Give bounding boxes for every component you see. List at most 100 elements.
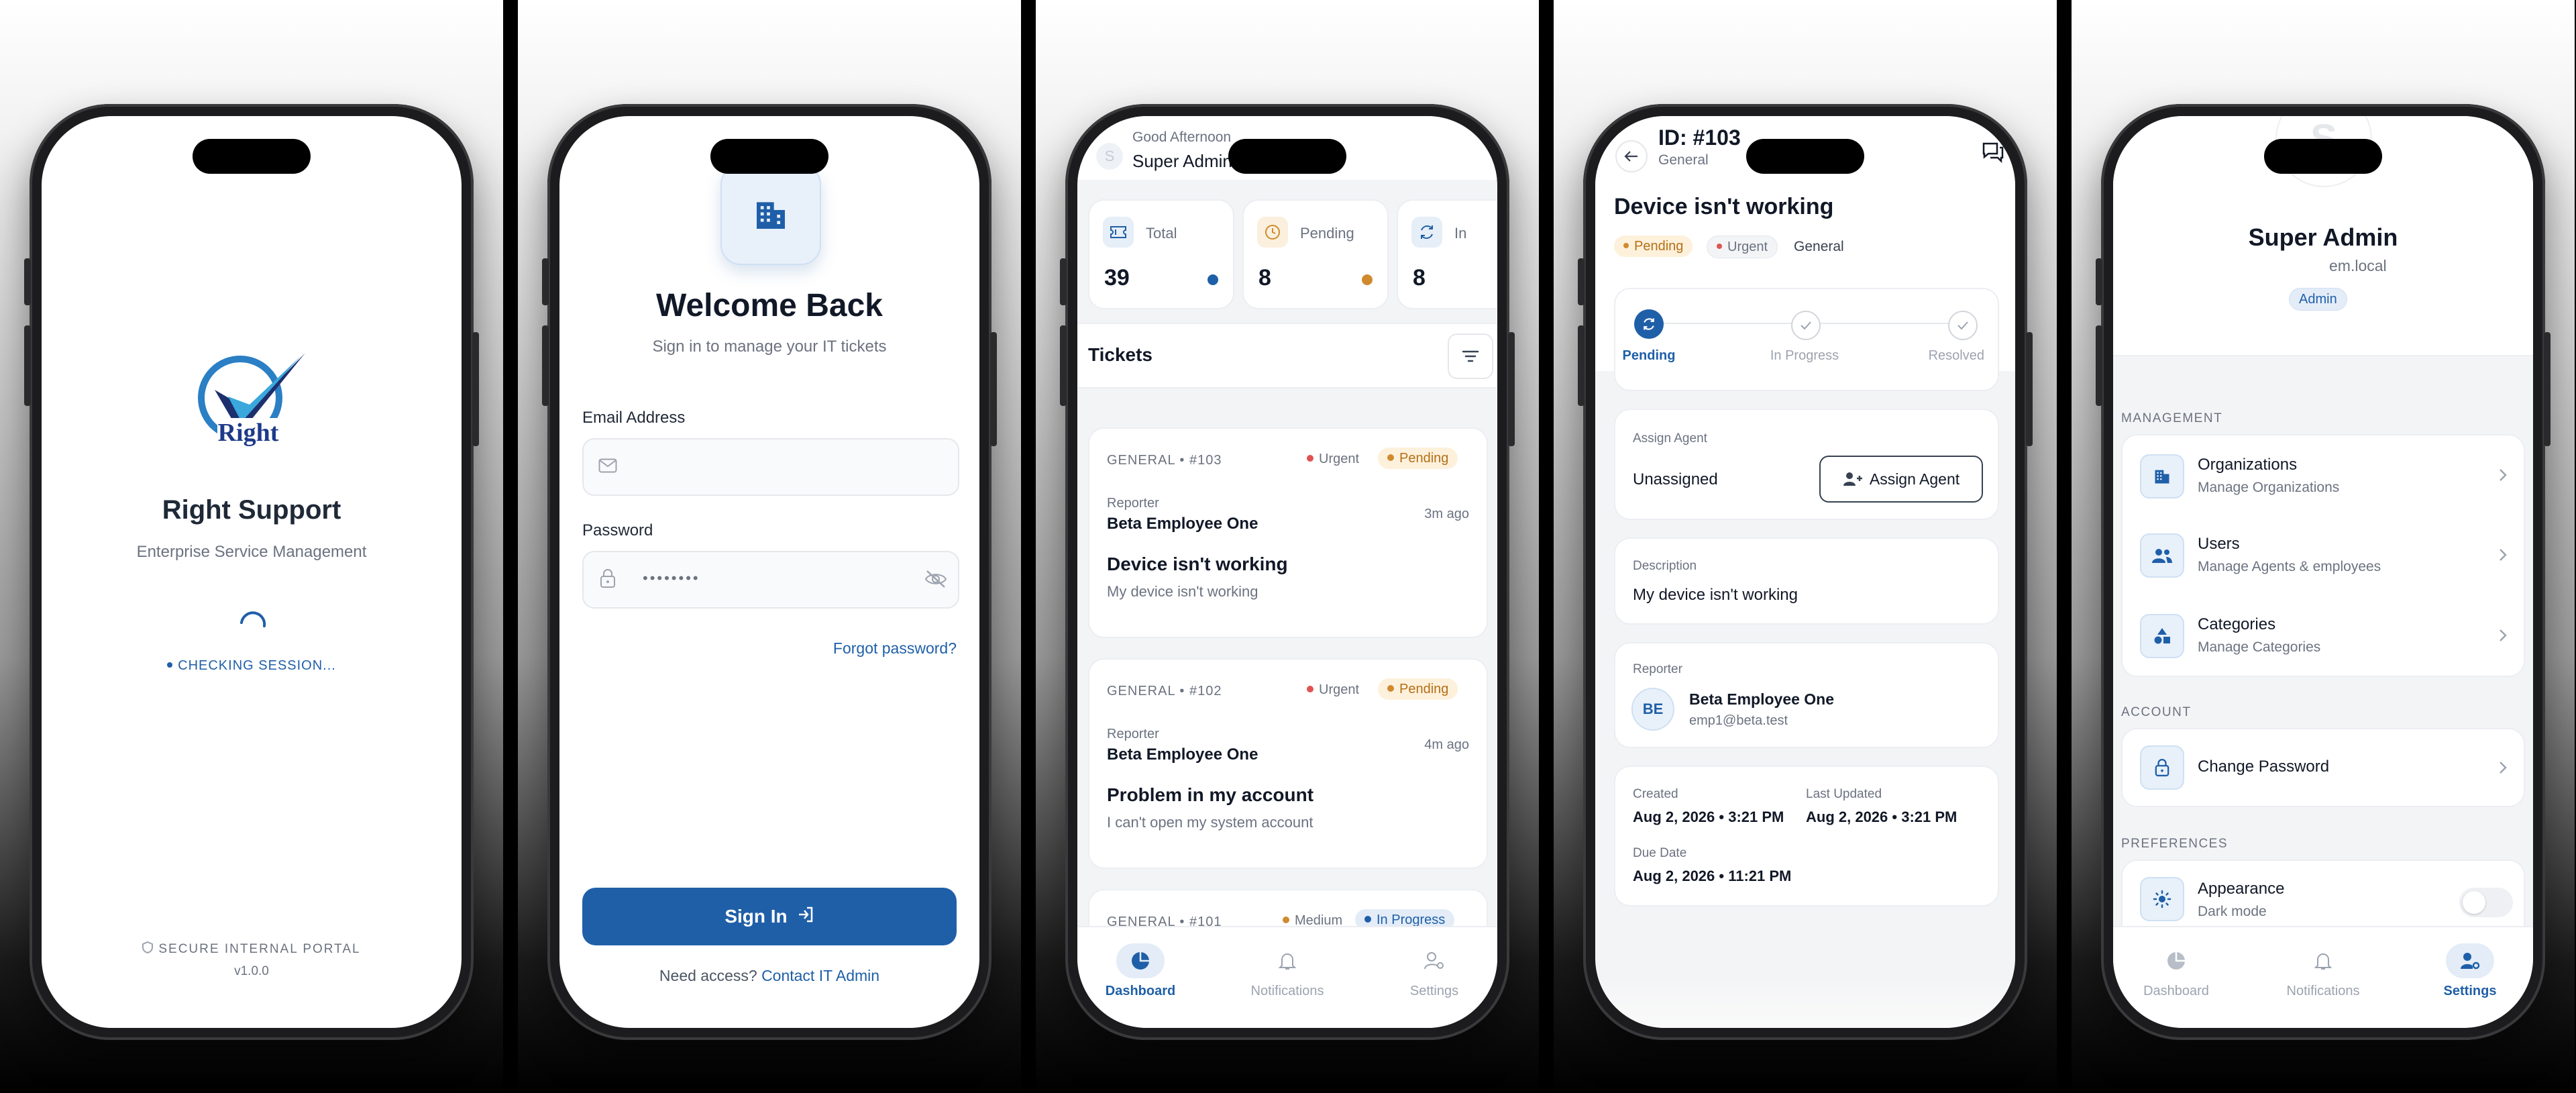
- settings-item-users[interactable]: Users Manage Agents & employees: [2123, 515, 2524, 595]
- ticket-card[interactable]: GENERAL • #102 Urgent Pending Reporter B…: [1088, 658, 1488, 869]
- nav-dashboard[interactable]: Dashboard: [1087, 943, 1194, 999]
- profile-email: em.local: [2329, 257, 2387, 274]
- step-check-icon: [1791, 311, 1821, 340]
- stat-card-total[interactable]: Total 39: [1088, 199, 1234, 309]
- password-field[interactable]: ••••••••: [582, 551, 959, 609]
- shapes-icon: [2140, 614, 2184, 658]
- avatar[interactable]: S: [1096, 143, 1123, 170]
- status-dot: [1208, 274, 1218, 285]
- settings-item-change-password[interactable]: Change Password: [2121, 728, 2525, 807]
- screen: S Good Afternoon Super Admin Total 39 Pe…: [1077, 116, 1497, 1028]
- screen: S Super Admin em.local Admin MANAGEMENT …: [2113, 116, 2533, 1028]
- ticket-category: General: [1658, 152, 1709, 168]
- user-gear-icon: [2461, 953, 2480, 970]
- status-stepper: Pending In Progress Resolved: [1614, 288, 1999, 391]
- loading-spinner: [236, 606, 270, 643]
- nav-dashboard[interactable]: Dashboard: [2123, 943, 2230, 999]
- phone-frame: Welcome Back Sign in to manage your IT t…: [542, 104, 997, 1040]
- panel-splash: Right Right Support Enterprise Service M…: [0, 0, 503, 1093]
- app-name: Right Support: [162, 495, 341, 525]
- avatar: BE: [1631, 688, 1674, 731]
- sun-icon: [2140, 877, 2184, 921]
- bottom-nav: Dashboard Notifications Settings: [2113, 926, 2533, 1028]
- contact-admin-link[interactable]: Contact IT Admin: [761, 967, 879, 984]
- chevron-right-icon: [2500, 469, 2507, 481]
- phone-frame: S Good Afternoon Super Admin Total 39 Pe…: [1060, 104, 1515, 1040]
- stat-card-in-progress[interactable]: In 8: [1397, 199, 1497, 309]
- panel-ticket-detail: ID: #103 General Device isn't working Pe…: [1554, 0, 2057, 1093]
- status-dot: [1362, 274, 1373, 285]
- management-card: Organizations Manage Organizations Users…: [2121, 434, 2525, 677]
- session-status: CHECKING SESSION...: [42, 658, 462, 674]
- building-icon: [720, 164, 821, 265]
- panel-settings: S Super Admin em.local Admin MANAGEMENT …: [2072, 0, 2575, 1093]
- logo-text: Right: [217, 419, 279, 447]
- lock-icon: [2140, 745, 2184, 790]
- chat-icon[interactable]: [1982, 142, 2004, 166]
- email-label: Email Address: [582, 409, 686, 427]
- status-badge: Pending: [1614, 236, 1693, 257]
- pie-chart-icon: [1132, 952, 1149, 970]
- screen: Welcome Back Sign in to manage your IT t…: [559, 116, 979, 1028]
- profile-name: Super Admin: [2248, 223, 2398, 251]
- assign-agent-button[interactable]: Assign Agent: [1819, 456, 1983, 503]
- description-card: Description My device isn't working: [1614, 537, 1999, 625]
- refresh-icon: [1411, 217, 1442, 248]
- filter-button[interactable]: [1448, 333, 1493, 379]
- dark-mode-toggle[interactable]: [2459, 888, 2513, 917]
- step-check-icon: [1948, 311, 1978, 340]
- lock-icon: [600, 568, 616, 592]
- nav-settings[interactable]: Settings: [1381, 943, 1488, 999]
- sign-in-button[interactable]: Sign In: [582, 888, 957, 945]
- category-tag: General: [1794, 239, 1844, 254]
- status-badge: Pending: [1378, 678, 1458, 700]
- filter-icon: [1462, 350, 1479, 362]
- settings-item-categories[interactable]: Categories Manage Categories: [2123, 595, 2524, 676]
- building-icon: [2140, 454, 2184, 499]
- nav-settings[interactable]: Settings: [2416, 943, 2524, 999]
- user-gear-icon: [1424, 952, 1444, 970]
- arrow-left-icon: [1624, 151, 1638, 162]
- panel-login: Welcome Back Sign in to manage your IT t…: [518, 0, 1021, 1093]
- eye-off-icon[interactable]: [924, 570, 947, 592]
- contact-admin-text: Need access? Contact IT Admin: [659, 967, 880, 984]
- app-version: v1.0.0: [234, 964, 269, 978]
- forgot-password-link[interactable]: Forgot password?: [833, 639, 957, 658]
- priority-label: Urgent: [1307, 452, 1359, 467]
- screen: ID: #103 General Device isn't working Pe…: [1595, 116, 2015, 1028]
- nav-notifications[interactable]: Notifications: [2269, 943, 2377, 999]
- status-badge: Pending: [1378, 448, 1458, 469]
- shield-icon: [142, 941, 154, 957]
- password-label: Password: [582, 521, 653, 539]
- priority-badge: Urgent: [1707, 236, 1778, 258]
- chevron-right-icon: [2500, 629, 2507, 641]
- stat-card-pending[interactable]: Pending 8: [1242, 199, 1389, 309]
- assign-agent-card: Assign Agent Unassigned Assign Agent: [1614, 409, 1999, 520]
- phone-frame: S Super Admin em.local Admin MANAGEMENT …: [2096, 104, 2551, 1040]
- phone-frame: ID: #103 General Device isn't working Pe…: [1578, 104, 2033, 1040]
- ticket-icon: [1103, 217, 1134, 248]
- settings-item-organizations[interactable]: Organizations Manage Organizations: [2123, 435, 2524, 515]
- secure-portal-note: SECURE INTERNAL PORTAL: [42, 941, 462, 957]
- bottom-nav: Dashboard Notifications Settings: [1077, 926, 1497, 1028]
- user-plus-icon: [1843, 472, 1862, 486]
- chevron-right-icon: [2500, 549, 2507, 561]
- email-field[interactable]: [582, 438, 959, 496]
- dates-card: Created Aug 2, 2026 • 3:21 PM Last Updat…: [1614, 766, 1999, 906]
- back-button[interactable]: [1615, 140, 1648, 172]
- page-subtitle: Sign in to manage your IT tickets: [652, 337, 887, 356]
- ticket-card[interactable]: GENERAL • #103 Urgent Pending Reporter B…: [1088, 427, 1488, 638]
- nav-notifications[interactable]: Notifications: [1234, 943, 1341, 999]
- app-logo: Right: [188, 336, 315, 454]
- step-pending-icon: [1634, 309, 1664, 339]
- page-title: Welcome Back: [656, 288, 883, 323]
- reporter-card: Reporter BE Beta Employee One emp1@beta.…: [1614, 642, 1999, 748]
- pie-chart-icon: [2167, 952, 2185, 970]
- app-tagline: Enterprise Service Management: [136, 543, 367, 561]
- panel-dashboard: S Good Afternoon Super Admin Total 39 Pe…: [1036, 0, 1539, 1093]
- users-icon: [2140, 533, 2184, 578]
- section-preferences: PREFERENCES: [2121, 837, 2229, 851]
- section-account: ACCOUNT: [2121, 705, 2192, 719]
- tickets-header: Tickets: [1077, 323, 1497, 388]
- priority-label: Urgent: [1307, 682, 1359, 698]
